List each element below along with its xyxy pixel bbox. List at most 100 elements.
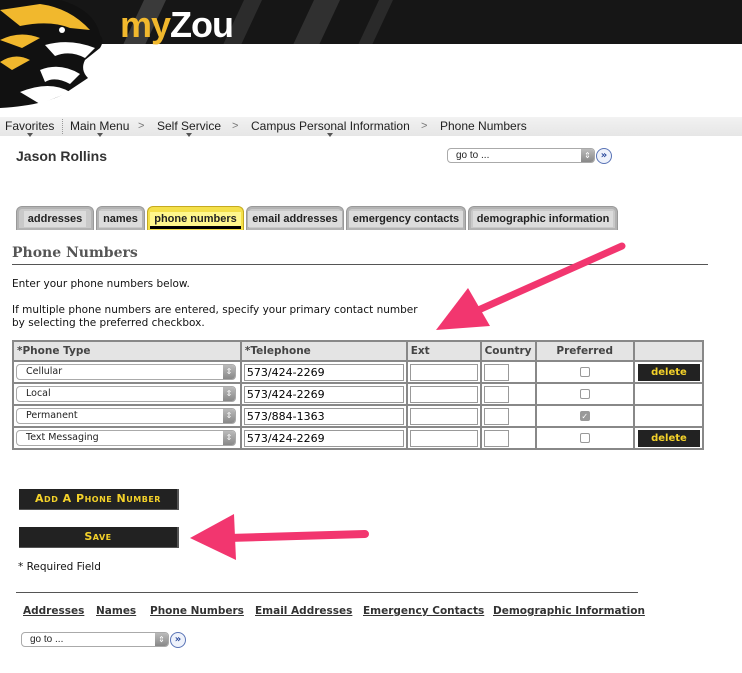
telephone-input[interactable]: 573/424-2269 bbox=[243, 363, 404, 381]
tab-email-addresses[interactable]: email addresses bbox=[246, 206, 344, 230]
header-preferred: Preferred bbox=[534, 340, 635, 362]
telephone-input[interactable]: 573/884-1363 bbox=[243, 407, 404, 425]
telephone-input[interactable]: 573/424-2269 bbox=[243, 429, 404, 447]
preferred-checkbox[interactable] bbox=[579, 389, 590, 399]
cell-phone-type: Text Messaging ⇕ bbox=[12, 426, 242, 450]
goto-go-button-bottom[interactable]: » bbox=[170, 632, 186, 648]
bottom-divider bbox=[16, 592, 638, 593]
title-divider bbox=[12, 264, 708, 265]
tiger-icon bbox=[0, 0, 103, 108]
breadcrumb-phone-numbers[interactable]: Phone Numbers bbox=[440, 118, 527, 134]
cell-telephone: 573/424-2269 bbox=[239, 360, 408, 384]
link-addresses[interactable]: Addresses bbox=[23, 605, 84, 617]
cell-country bbox=[479, 360, 537, 384]
intro-instruction-line-2: by selecting the preferred checkbox. bbox=[12, 317, 205, 329]
cell-ext bbox=[405, 382, 482, 406]
phone-type-select[interactable]: Permanent ⇕ bbox=[16, 408, 236, 424]
double-chevron-right-icon: » bbox=[174, 634, 182, 645]
goto-select-value: go to ... bbox=[30, 634, 64, 645]
country-input[interactable] bbox=[483, 385, 509, 403]
user-name: Jason Rollins bbox=[16, 148, 108, 164]
tab-label: names bbox=[99, 211, 142, 227]
ext-input[interactable] bbox=[409, 407, 478, 425]
select-arrows-icon: ⇕ bbox=[223, 409, 235, 423]
header-phone-type: *Phone Type bbox=[12, 340, 242, 362]
tab-label: addresses bbox=[23, 211, 87, 227]
breadcrumb-separator: > bbox=[232, 120, 239, 132]
annotation-arrow-to-save bbox=[190, 514, 369, 560]
myzou-logo[interactable]: myZou bbox=[120, 4, 234, 45]
link-names[interactable]: Names bbox=[96, 605, 136, 617]
cell-preferred bbox=[534, 426, 635, 450]
breadcrumb-main-menu[interactable]: Main Menu bbox=[70, 118, 129, 137]
preferred-checkbox-checked[interactable]: ✓ bbox=[579, 411, 590, 421]
country-input[interactable] bbox=[483, 363, 509, 381]
cell-actions bbox=[632, 404, 705, 428]
cell-phone-type: Permanent ⇕ bbox=[12, 404, 242, 428]
cell-phone-type: Local ⇕ bbox=[12, 382, 242, 406]
cell-country bbox=[479, 382, 537, 406]
phone-type-value: Text Messaging bbox=[26, 432, 99, 443]
phone-type-select[interactable]: Cellular ⇕ bbox=[16, 364, 236, 380]
breadcrumb: Favorites Main Menu > Self Service > Cam… bbox=[0, 117, 742, 137]
breadcrumb-favorites[interactable]: Favorites bbox=[5, 118, 54, 137]
country-input[interactable] bbox=[483, 429, 509, 447]
phone-type-value: Permanent bbox=[26, 410, 78, 421]
phone-type-value: Local bbox=[26, 388, 51, 399]
cell-actions: delete bbox=[632, 360, 705, 384]
goto-select-top[interactable]: go to ... ⇕ bbox=[447, 148, 595, 163]
cell-country bbox=[479, 404, 537, 428]
select-arrows-icon: ⇕ bbox=[581, 149, 594, 162]
tab-addresses[interactable]: addresses bbox=[16, 206, 94, 230]
breadcrumb-self-service[interactable]: Self Service bbox=[157, 118, 222, 137]
country-input[interactable] bbox=[483, 407, 509, 425]
tab-phone-numbers[interactable]: phone numbers bbox=[147, 206, 244, 230]
phone-type-select[interactable]: Text Messaging ⇕ bbox=[16, 430, 236, 446]
ext-input[interactable] bbox=[409, 363, 478, 381]
banner-stripe bbox=[281, 0, 345, 44]
telephone-input[interactable]: 573/424-2269 bbox=[243, 385, 404, 403]
goto-go-button[interactable]: » bbox=[596, 148, 612, 164]
breadcrumb-divider bbox=[62, 119, 63, 134]
dropdown-arrow-icon bbox=[96, 133, 103, 137]
breadcrumb-label: Self Service bbox=[157, 119, 222, 133]
phone-type-select[interactable]: Local ⇕ bbox=[16, 386, 236, 402]
breadcrumb-separator: > bbox=[138, 120, 145, 132]
select-arrows-icon: ⇕ bbox=[223, 365, 235, 379]
link-phone-numbers[interactable]: Phone Numbers bbox=[150, 605, 244, 617]
add-phone-number-button[interactable]: Add A Phone Number bbox=[19, 489, 179, 510]
cell-preferred: ✓ bbox=[534, 404, 635, 428]
goto-select-bottom[interactable]: go to ... ⇕ bbox=[21, 632, 169, 647]
cell-actions bbox=[632, 382, 705, 406]
logo-my: my bbox=[120, 4, 171, 45]
save-button[interactable]: Save bbox=[19, 527, 179, 548]
header-banner bbox=[0, 0, 742, 44]
annotation-arrow-to-table bbox=[436, 242, 626, 330]
intro-instruction-line-1: If multiple phone numbers are entered, s… bbox=[12, 304, 418, 316]
cell-phone-type: Cellular ⇕ bbox=[12, 360, 242, 384]
delete-button[interactable]: delete bbox=[637, 363, 700, 381]
cell-telephone: 573/424-2269 bbox=[239, 426, 408, 450]
header-telephone: *Telephone bbox=[239, 340, 408, 362]
tab-names[interactable]: names bbox=[96, 206, 145, 230]
annotation-overlay bbox=[190, 242, 626, 560]
ext-input[interactable] bbox=[409, 385, 478, 403]
table-row: Permanent ⇕ 573/884-1363 ✓ bbox=[12, 404, 705, 428]
select-arrows-icon: ⇕ bbox=[223, 387, 235, 401]
dropdown-arrow-icon bbox=[186, 133, 193, 137]
ext-input[interactable] bbox=[409, 429, 478, 447]
table-row: Cellular ⇕ 573/424-2269 delete bbox=[12, 360, 705, 384]
preferred-checkbox[interactable] bbox=[579, 367, 590, 377]
delete-button[interactable]: delete bbox=[637, 429, 700, 447]
breadcrumb-campus-personal-information[interactable]: Campus Personal Information bbox=[251, 118, 410, 137]
phone-type-value: Cellular bbox=[26, 366, 63, 377]
tab-demographic-information[interactable]: demographic information bbox=[468, 206, 618, 230]
link-emergency-contacts[interactable]: Emergency Contacts bbox=[363, 605, 484, 617]
cell-ext bbox=[405, 426, 482, 450]
preferred-checkbox[interactable] bbox=[579, 433, 590, 443]
cell-ext bbox=[405, 404, 482, 428]
link-demographic-information[interactable]: Demographic Information bbox=[493, 605, 645, 617]
tab-emergency-contacts[interactable]: emergency contacts bbox=[346, 206, 466, 230]
link-email-addresses[interactable]: Email Addresses bbox=[255, 605, 352, 617]
table-row: Text Messaging ⇕ 573/424-2269 delete bbox=[12, 426, 705, 450]
